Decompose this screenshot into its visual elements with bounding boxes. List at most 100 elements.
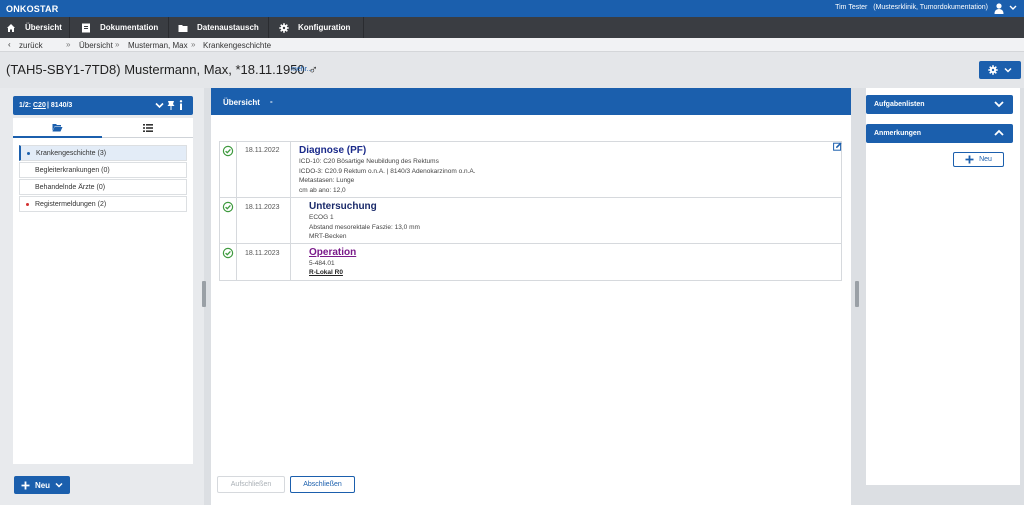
breadcrumb: ‹ zurück » Übersicht » Musterman, Max » … (0, 38, 1024, 52)
nav-dokumentation[interactable]: Dokumentation (70, 17, 169, 38)
user-context: (Mustesrklinik, Tumordokumentation) (873, 4, 988, 11)
tasks-title: Aufgabenlisten (874, 101, 925, 108)
right-panel (866, 88, 1020, 485)
pin-icon[interactable] (167, 100, 175, 110)
list-item-label: Behandelnde Ärzte (0) (35, 183, 106, 191)
entry-title-link[interactable]: Operation (309, 247, 356, 258)
notes-header[interactable]: Anmerkungen (866, 124, 1013, 143)
entry-line: 5-484.01 (309, 260, 335, 267)
top-bar: ONKOSTAR Tim Tester (Mustesrklinik, Tumo… (0, 0, 1024, 17)
entry-title[interactable]: Untersuchung (309, 201, 377, 212)
chevron-up-icon (994, 129, 1004, 136)
diagnosis-morphology: | 8140/3 (47, 102, 73, 109)
list-item-begleiterkrankungen[interactable]: Begleiterkrankungen (0) (19, 162, 187, 178)
entry-title[interactable]: Diagnose (PF) (299, 145, 366, 156)
app-logo: ONKOSTAR (6, 4, 59, 14)
new-button-label: Neu (34, 480, 51, 490)
folder-open-icon (52, 123, 63, 131)
user-icon[interactable] (994, 3, 1004, 14)
entry-line: ICDO-3: C20.9 Rektum o.n.A. | 8140/3 Ade… (299, 168, 476, 175)
entry-link[interactable]: R-Lokal R0 (309, 269, 343, 276)
breadcrumb-item[interactable]: Musterman, Max (128, 41, 188, 50)
nav-label: Übersicht (25, 23, 62, 32)
list-item-behandelnde-aerzte[interactable]: Behandelnde Ärzte (0) (19, 179, 187, 195)
breadcrumb-separator: » (191, 40, 196, 49)
user-name: Tim Tester (835, 4, 868, 11)
tasks-header[interactable]: Aufgabenlisten (866, 95, 1013, 114)
edit-icon[interactable] (833, 142, 842, 151)
tab-folder[interactable] (13, 118, 102, 138)
check-circle-icon (222, 201, 234, 213)
splitter-handle[interactable] (855, 281, 859, 307)
center-title-dropdown[interactable]: - (270, 97, 273, 106)
list-item-label: Begleiterkrankungen (0) (35, 166, 110, 174)
list-item-label: Krankengeschichte (3) (36, 149, 107, 157)
timeline-row[interactable]: 18.11.2023 Untersuchung ECOG 1 Abstand m… (220, 198, 841, 244)
back-link[interactable]: zurück (19, 41, 43, 50)
chevron-down-icon (1004, 67, 1012, 73)
new-note-button[interactable]: Neu (953, 152, 1004, 167)
list-icon (142, 124, 153, 132)
user-info[interactable]: Tim Tester (Mustesrklinik, Tumordokument… (835, 4, 988, 11)
chevron-left-icon[interactable]: ‹ (8, 40, 11, 49)
entry-date: 18.11.2023 (245, 204, 280, 211)
nav-konfiguration[interactable]: Konfiguration (269, 17, 364, 38)
timeline-row[interactable]: 18.11.2022 Diagnose (PF) ICD-10: C20 Bös… (220, 142, 842, 198)
tab-list[interactable] (102, 118, 193, 138)
gear-icon (279, 22, 289, 33)
entry-line: cm ab ano: 12,0 (299, 187, 346, 194)
center-title: Übersicht (223, 98, 260, 107)
notes-title: Anmerkungen (874, 130, 922, 137)
chevron-down-icon (994, 101, 1004, 108)
entry-date: 18.11.2022 (245, 147, 280, 154)
title-area: (TAH5-SBY1-7TD8) Mustermann, Max, *18.11… (0, 52, 1024, 88)
unlock-button[interactable]: Aufschließen (217, 476, 285, 493)
folder-icon (178, 24, 188, 32)
entry-line: ICD-10: C20 Bösartige Neubildung des Rek… (299, 158, 439, 165)
new-note-label: Neu (979, 156, 992, 163)
chevron-down-icon[interactable] (1009, 3, 1017, 13)
status-dot (27, 152, 30, 155)
status-dot (26, 203, 29, 206)
new-button[interactable]: Neu (14, 476, 70, 494)
complete-button[interactable]: Abschließen (290, 476, 355, 493)
breadcrumb-separator: » (115, 40, 120, 49)
splitter-handle[interactable] (202, 281, 206, 307)
nav-label: Konfiguration (298, 23, 351, 32)
diagnosis-position: 1/2: (19, 102, 32, 109)
more-link[interactable]: mehr... (291, 66, 312, 73)
diagnosis-selector[interactable]: 1/2: C20 | 8140/3 (13, 96, 193, 115)
timeline-row[interactable]: 18.11.2023 Operation 5-484.01 R-Lokal R0 (220, 244, 841, 280)
list-item-krankengeschichte[interactable]: Krankengeschichte (3) (19, 145, 187, 161)
page-title: (TAH5-SBY1-7TD8) Mustermann, Max, *18.11… (6, 62, 318, 77)
chevron-down-icon[interactable] (155, 101, 164, 110)
list-item-registermeldungen[interactable]: Registermeldungen (2) (19, 196, 187, 212)
entry-date: 18.11.2023 (245, 250, 280, 257)
check-circle-icon (222, 145, 234, 157)
nav-uebersicht[interactable]: Übersicht (0, 17, 70, 38)
plus-icon (21, 481, 30, 489)
breadcrumb-separator: » (66, 40, 71, 49)
entry-line: MRT-Becken (309, 233, 347, 240)
plus-icon (965, 155, 974, 164)
timeline-table: 18.11.2022 Diagnose (PF) ICD-10: C20 Bös… (219, 141, 842, 281)
nav-label: Dokumentation (100, 23, 159, 32)
nav-label: Datenaustausch (197, 23, 259, 32)
settings-button[interactable] (979, 61, 1021, 79)
entry-line: Metastasen: Lunge (299, 177, 355, 184)
main-nav: Übersicht Dokumentation Datenaustausch K… (0, 17, 1024, 38)
home-icon (7, 23, 15, 32)
gear-icon (988, 65, 998, 75)
diagnosis-code[interactable]: C20 (33, 102, 46, 109)
breadcrumb-item[interactable]: Übersicht (79, 41, 113, 50)
info-icon[interactable] (179, 100, 183, 110)
entry-line: Abstand mesorektale Faszie: 13,0 mm (309, 224, 420, 231)
document-icon (82, 23, 90, 32)
check-circle-icon (222, 247, 234, 259)
nav-datenaustausch[interactable]: Datenaustausch (169, 17, 269, 38)
center-header: Übersicht - (211, 88, 851, 115)
list-item-label: Registermeldungen (2) (35, 200, 107, 208)
breadcrumb-item[interactable]: Krankengeschichte (203, 41, 271, 50)
chevron-down-icon (55, 482, 63, 488)
entry-line: ECOG 1 (309, 214, 334, 221)
